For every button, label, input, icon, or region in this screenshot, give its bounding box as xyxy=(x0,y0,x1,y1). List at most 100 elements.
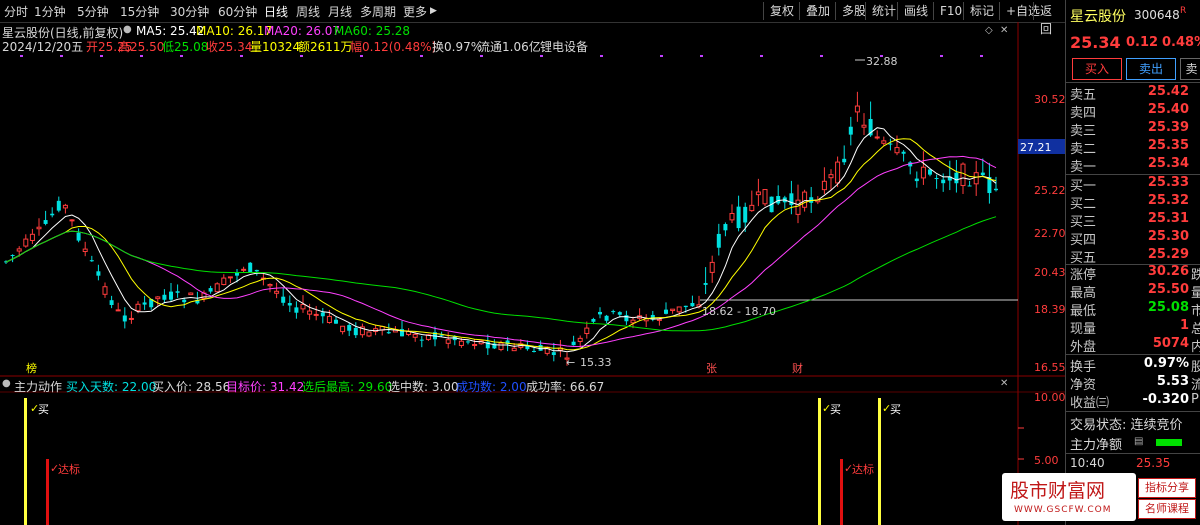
candle-body xyxy=(155,296,161,300)
stat-turnover: 换手 0.97% 股 xyxy=(1070,356,1200,375)
candle-body xyxy=(967,185,972,187)
candle-body xyxy=(254,269,259,272)
candle-body xyxy=(676,306,682,313)
watermark-brand: 股市财富网 xyxy=(1010,480,1106,502)
signal-dot xyxy=(140,55,143,57)
event-tag: 财 xyxy=(792,361,803,375)
candle-body xyxy=(334,319,338,324)
buy-mark: 买 xyxy=(38,403,49,416)
buy-bar xyxy=(24,398,27,525)
candle-body xyxy=(188,292,194,296)
ask-row-1: 卖一 25.34 xyxy=(1070,156,1189,175)
candle-body xyxy=(208,288,213,292)
candle-body xyxy=(835,161,841,184)
candle-body xyxy=(241,268,247,271)
current-price: 25.34 xyxy=(1070,33,1121,52)
price-change: 0.12 xyxy=(1126,35,1159,50)
price-tick: 27.21 xyxy=(1020,141,1052,154)
signal-dot xyxy=(700,55,703,57)
candle-body xyxy=(630,319,636,324)
price-tick: 25.22 xyxy=(1034,184,1065,197)
candle-body xyxy=(169,291,173,300)
candle-body xyxy=(821,180,827,191)
candle-body xyxy=(412,333,418,338)
candle-body xyxy=(267,284,273,287)
candle-body xyxy=(29,233,35,241)
candle-body xyxy=(591,318,596,322)
main-net-label: 主力净额 xyxy=(1070,438,1123,453)
stat-eps: 收益㈢-0.320PE xyxy=(1070,392,1200,411)
chart-close-icon[interactable]: ✕ xyxy=(1000,25,1008,36)
candle-body xyxy=(755,191,761,196)
candle-body xyxy=(973,172,979,185)
candle-body xyxy=(624,315,629,322)
indicator-close-icon[interactable]: ✕ xyxy=(1000,378,1008,389)
indicator-settings-icon[interactable]: ● xyxy=(2,378,11,389)
candle-body xyxy=(874,136,880,139)
candle-body xyxy=(466,341,470,343)
stat-current-vol: 现量 1 总 xyxy=(1070,318,1200,337)
watermark-url: WWW.GSCFW.COM xyxy=(1014,505,1112,515)
moving-averages xyxy=(5,127,997,353)
candle-body xyxy=(89,260,94,262)
buy-bar xyxy=(818,398,821,525)
buy-button[interactable]: 买入 xyxy=(1072,58,1122,80)
kline-chart[interactable]: 30.52 27.21 25.22 22.70 20.43 18.39 16.5… xyxy=(0,0,1065,525)
candle-body xyxy=(749,204,755,212)
signal-dots xyxy=(20,55,983,57)
candle-body xyxy=(445,339,451,344)
sell-button[interactable]: 卖出 xyxy=(1126,58,1176,80)
candle-body xyxy=(511,347,517,352)
price-tick: 22.70 xyxy=(1034,227,1065,240)
candle-body xyxy=(683,305,688,308)
more-trade-button[interactable]: 卖 xyxy=(1180,58,1200,80)
signal-dot xyxy=(480,55,483,57)
high-annotation: 32.88 xyxy=(866,55,898,68)
candle-body xyxy=(703,283,708,285)
candle-body xyxy=(664,309,668,314)
candle-body xyxy=(320,312,325,317)
candle-body xyxy=(326,315,332,323)
candle-body xyxy=(227,276,233,279)
candle-body xyxy=(347,325,352,331)
candle-body xyxy=(584,327,590,335)
candle-body xyxy=(76,232,81,241)
indicator-name[interactable]: 主力动作 xyxy=(14,378,62,395)
candle-body xyxy=(62,204,68,209)
watermark-tag-course: 名师课程 xyxy=(1138,499,1196,519)
price-tick: 30.52 xyxy=(1034,93,1065,106)
candle-body xyxy=(142,302,147,305)
signal-dot xyxy=(360,55,363,57)
chart-options-icon[interactable]: ◇ xyxy=(985,25,993,36)
candle-body xyxy=(920,166,926,179)
candle-body xyxy=(670,308,676,312)
candle-body xyxy=(313,313,319,316)
signal-dot xyxy=(540,55,543,57)
signal-dot xyxy=(660,55,663,57)
candle-body xyxy=(458,340,464,346)
candle-body xyxy=(941,179,946,184)
trade-status: 交易状态: 连续竞价 xyxy=(1070,418,1183,433)
bid-row-4: 买四 25.30 xyxy=(1070,229,1189,248)
candle-body xyxy=(795,199,801,215)
max-after-select: 选后最高: 29.60 xyxy=(302,380,393,394)
stat-high: 最高 25.50 量 xyxy=(1070,282,1200,301)
list-icon[interactable]: ▤ xyxy=(1134,436,1143,447)
candle-body xyxy=(36,226,42,230)
candle-body xyxy=(551,352,556,356)
tick-price: 25.35 xyxy=(1136,456,1171,470)
candle-body xyxy=(300,303,306,310)
reach-mark: 达标 xyxy=(58,462,80,476)
signal-dot xyxy=(300,55,303,57)
signal-dot xyxy=(60,55,63,57)
candle-body xyxy=(23,238,29,247)
candle-body xyxy=(419,339,424,341)
bid-row-1: 买一 25.33 xyxy=(1070,175,1189,194)
ask-row-3: 卖三 25.39 xyxy=(1070,120,1189,139)
price-tick: 20.43 xyxy=(1034,266,1065,279)
buy-mark: 买 xyxy=(830,403,841,416)
candle-body xyxy=(287,303,292,306)
candle-body xyxy=(538,344,543,351)
success-count: 成功数: 2.00 xyxy=(456,380,527,394)
stat-limit-up: 涨停 30.26 跌 xyxy=(1070,264,1200,283)
